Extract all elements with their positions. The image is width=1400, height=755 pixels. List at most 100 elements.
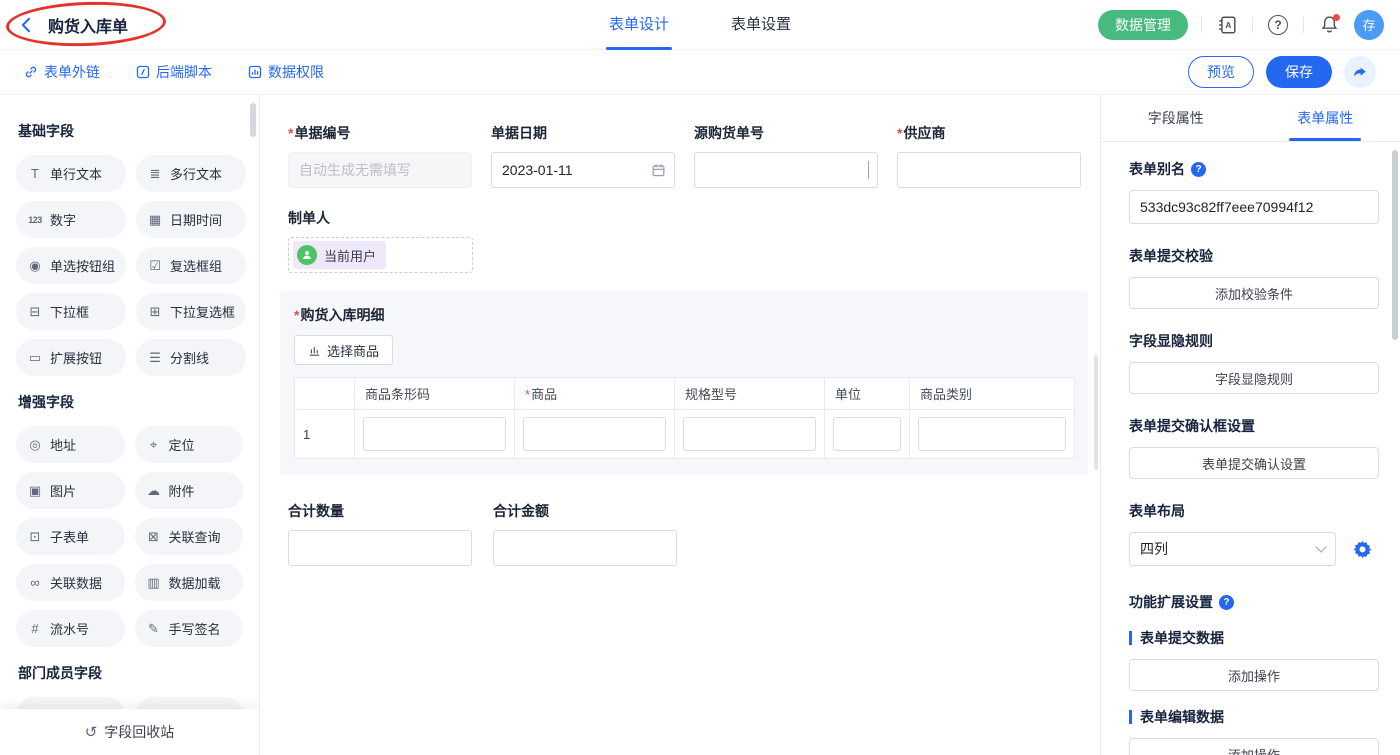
sidebar-item-data-load[interactable]: ▥数据加载 xyxy=(135,564,244,601)
divider xyxy=(1252,17,1253,33)
add-action-button-submit[interactable]: 添加操作 xyxy=(1129,659,1379,691)
sidebar-item-extend-button[interactable]: ▭扩展按钮 xyxy=(16,339,126,376)
sidebar-item-location[interactable]: ⌖定位 xyxy=(135,426,244,463)
doc-no-input[interactable] xyxy=(288,152,472,188)
form-layout-label: 表单布局 xyxy=(1129,501,1378,521)
detail-subform-panel[interactable]: *购货入库明细 选择商品 商品条形码 *商品 规格型号 单位 商品类别 xyxy=(280,291,1088,475)
field-label: 合计数量 xyxy=(288,501,472,521)
data-permission-link[interactable]: 数据权限 xyxy=(248,62,324,82)
back-icon[interactable] xyxy=(16,14,38,36)
sidebar-item-subform[interactable]: ⊡子表单 xyxy=(16,518,125,555)
row-index: 1 xyxy=(295,410,355,459)
barcode-input[interactable] xyxy=(363,417,506,451)
address-book-icon[interactable]: A xyxy=(1215,13,1239,37)
locate-icon: ⌖ xyxy=(146,437,162,453)
category-input[interactable] xyxy=(918,417,1066,451)
sidebar-item-divider-line[interactable]: ☰分割线 xyxy=(136,339,246,376)
doc-date-input[interactable] xyxy=(491,152,675,188)
field-label: 单据编号 xyxy=(294,125,350,141)
chart-icon: ▥ xyxy=(146,575,162,591)
total-qty-input[interactable] xyxy=(288,530,472,566)
textarea-icon: ≣ xyxy=(147,166,163,182)
field-label: 合计金额 xyxy=(493,501,677,521)
total-qty-field[interactable]: 合计数量 xyxy=(288,501,472,566)
select-product-button[interactable]: 选择商品 xyxy=(294,335,393,365)
total-amount-field[interactable]: 合计金额 xyxy=(493,501,677,566)
sidebar-item-radio-group[interactable]: ◉单选按钮组 xyxy=(16,247,126,284)
sidebar-item-related-query[interactable]: ⊠关联查询 xyxy=(135,518,244,555)
notification-bell-icon[interactable] xyxy=(1317,13,1341,37)
related-data-icon: ∞ xyxy=(27,575,43,590)
permission-icon xyxy=(248,65,262,79)
tab-field-properties[interactable]: 字段属性 xyxy=(1101,95,1251,141)
extensions-label: 功能扩展设置 xyxy=(1129,592,1213,612)
col-header-product: *商品 xyxy=(515,378,675,410)
checkbox-icon: ☑ xyxy=(147,258,163,274)
save-button[interactable]: 保存 xyxy=(1266,56,1332,88)
tab-form-design[interactable]: 表单设计 xyxy=(606,0,672,50)
sidebar-item-serial-number[interactable]: #流水号 xyxy=(16,610,125,647)
tab-form-properties[interactable]: 表单属性 xyxy=(1251,95,1400,141)
tab-form-settings[interactable]: 表单设置 xyxy=(728,0,794,50)
doc-no-field[interactable]: *单据编号 xyxy=(288,123,472,188)
current-user-tag: 当前用户 xyxy=(293,241,386,269)
sidebar-item-single-line-text[interactable]: T单行文本 xyxy=(16,155,126,192)
total-amount-input[interactable] xyxy=(493,530,677,566)
data-manage-button[interactable]: 数据管理 xyxy=(1098,10,1188,40)
button-icon: ▭ xyxy=(27,350,43,366)
unit-input[interactable] xyxy=(833,417,901,451)
help-icon[interactable]: ? xyxy=(1266,13,1290,37)
spec-input[interactable] xyxy=(683,417,816,451)
help-icon[interactable]: ? xyxy=(1219,595,1234,610)
detail-label: 购货入库明细 xyxy=(300,307,384,323)
props-scrollbar[interactable] xyxy=(1392,150,1398,340)
sidebar-scrollbar[interactable] xyxy=(250,103,256,137)
field-library-sidebar: 基础字段 T单行文本 ≣多行文本 123数字 ▦日期时间 ◉单选按钮组 ☑复选框… xyxy=(0,95,260,755)
product-input[interactable] xyxy=(523,417,666,451)
layout-settings-gear-icon[interactable] xyxy=(1345,532,1379,566)
creator-field[interactable]: 制单人 当前用户 xyxy=(288,208,1085,273)
sidebar-item-dropdown-multi[interactable]: ⊞下拉复选框 xyxy=(136,293,246,330)
layout-select[interactable]: 四列 xyxy=(1129,532,1336,566)
canvas-scrollbar[interactable] xyxy=(1094,355,1098,470)
form-alias-input[interactable] xyxy=(1129,190,1379,224)
section-title-member-fields: 部门成员字段 xyxy=(18,663,243,683)
form-external-link[interactable]: 表单外链 xyxy=(24,62,100,82)
supplier-field[interactable]: *供应商 xyxy=(897,123,1081,188)
sidebar-item-image[interactable]: ▣图片 xyxy=(16,472,125,509)
backend-script-link[interactable]: 后端脚本 xyxy=(136,62,212,82)
sidebar-item-dropdown[interactable]: ⊟下拉框 xyxy=(16,293,126,330)
sidebar-item-attachment[interactable]: ☁附件 xyxy=(135,472,244,509)
source-order-select[interactable] xyxy=(694,152,878,188)
divider-icon: ☰ xyxy=(147,350,163,366)
share-button[interactable] xyxy=(1344,56,1376,88)
subform-icon: ⊡ xyxy=(27,529,43,545)
edit-data-label: 表单编辑数据 xyxy=(1140,707,1224,727)
add-validation-button[interactable]: 添加校验条件 xyxy=(1129,277,1379,309)
col-header-spec: 规格型号 xyxy=(675,378,825,410)
creator-value-box[interactable]: 当前用户 xyxy=(288,237,473,273)
source-order-field[interactable]: 源购货单号 xyxy=(694,123,878,188)
help-icon[interactable]: ? xyxy=(1191,162,1206,177)
sidebar-item-datetime[interactable]: ▦日期时间 xyxy=(136,201,246,238)
sidebar-item-number[interactable]: 123数字 xyxy=(16,201,126,238)
supplier-input[interactable] xyxy=(897,152,1081,188)
number-icon: 123 xyxy=(27,215,43,225)
share-arrow-icon xyxy=(1352,64,1368,80)
sidebar-item-address[interactable]: ◎地址 xyxy=(16,426,125,463)
user-avatar[interactable]: 存 xyxy=(1354,10,1384,40)
header-tabs: 表单设计 表单设置 xyxy=(606,0,794,50)
field-recycle-bin[interactable]: ↺ 字段回收站 xyxy=(0,709,259,755)
text-icon: T xyxy=(27,166,43,181)
sidebar-item-signature[interactable]: ✎手写签名 xyxy=(135,610,244,647)
sidebar-item-multi-line-text[interactable]: ≣多行文本 xyxy=(136,155,246,192)
sidebar-item-checkbox-group[interactable]: ☑复选框组 xyxy=(136,247,246,284)
doc-date-field[interactable]: 单据日期 xyxy=(491,123,675,188)
visibility-rules-button[interactable]: 字段显隐规则 xyxy=(1129,362,1379,394)
confirm-dialog-button[interactable]: 表单提交确认设置 xyxy=(1129,447,1379,479)
add-action-button-edit[interactable]: 添加操作 xyxy=(1129,738,1379,755)
preview-button[interactable]: 预览 xyxy=(1188,56,1254,88)
image-icon: ▣ xyxy=(27,483,43,499)
sidebar-item-related-data[interactable]: ∞关联数据 xyxy=(16,564,125,601)
chevron-down-icon xyxy=(1315,541,1326,552)
